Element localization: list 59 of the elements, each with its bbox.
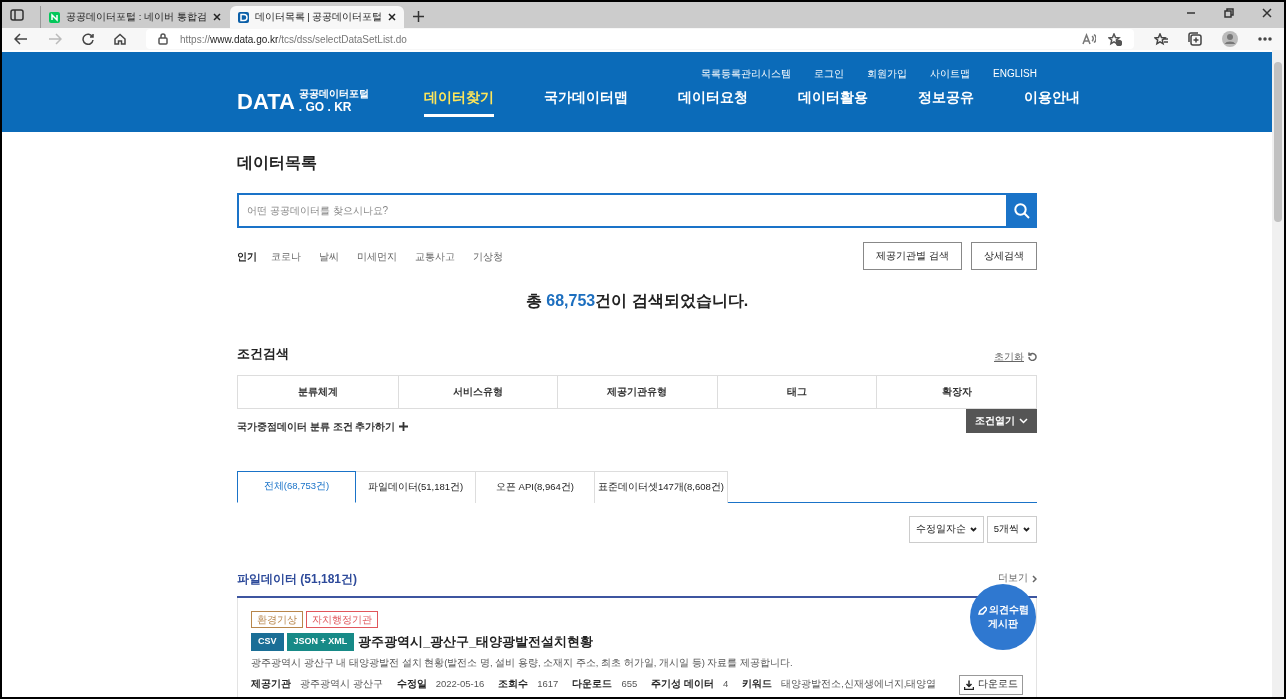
nav-tab[interactable]: 이용안내 bbox=[1023, 87, 1080, 117]
result-summary: 총 68,753건이 검색되었습니다. bbox=[524, 291, 750, 311]
popular-label: 인기 bbox=[237, 249, 257, 264]
open-conditions-button[interactable]: 조건열기 bbox=[966, 408, 1037, 433]
sort-select[interactable]: 수정일자순 bbox=[908, 515, 984, 543]
add-condition-link[interactable]: 국가중점데이터 분류 조건 추가하기 bbox=[237, 418, 409, 434]
section-title: 조건검색 bbox=[237, 345, 289, 363]
result-tab[interactable]: 파일데이터(51,181건) bbox=[356, 470, 476, 503]
meta-value: 광주광역시 광산구 bbox=[300, 677, 383, 692]
dataset-title-link[interactable]: 광주광역시_광산구_태양광발전설치현황 bbox=[358, 632, 594, 652]
meta-value: 2022-05-16 bbox=[435, 677, 485, 692]
sort-select[interactable]: 5개씩 bbox=[986, 515, 1037, 543]
keyword-link[interactable]: 미세먼지 bbox=[357, 248, 397, 264]
meta-label: 주기성 데이터 bbox=[651, 677, 714, 692]
section-title: 파일데이터 (51,181건) bbox=[237, 570, 358, 588]
meta-label: 다운로드 bbox=[572, 677, 613, 692]
keyword-link[interactable]: 날씨 bbox=[319, 248, 339, 264]
header-link[interactable]: 로그인 bbox=[814, 66, 845, 81]
meta-label: 키워드 bbox=[742, 677, 773, 692]
header-link[interactable]: 목록등록관리시스템 bbox=[701, 66, 792, 81]
reset-link[interactable]: 초기화 bbox=[994, 348, 1037, 364]
download-button[interactable]: 다운로드 bbox=[959, 674, 1023, 695]
meta-value: 태양광발전소,신재생에너지,태양열 bbox=[781, 677, 937, 692]
category-tag: 환경기상 bbox=[251, 610, 303, 628]
address-field[interactable]: https://www.data.go.kr/tcs/dss/selectDataSetList.do bbox=[146, 29, 1134, 49]
result-tab[interactable]: 표준데이터셋147개(8,608건) bbox=[595, 470, 728, 503]
format-badge: CSV bbox=[251, 633, 284, 651]
tab-title: 공공데이터포털 : 네이버 통합검 bbox=[66, 9, 207, 24]
header-link[interactable]: ENGLISH bbox=[993, 66, 1037, 81]
search-option-button[interactable]: 제공기관별 검색 bbox=[863, 242, 962, 270]
feedback-button[interactable]: 의견수렴 게시판 bbox=[970, 584, 1036, 650]
nav-tab[interactable]: 데이터요청 bbox=[677, 87, 748, 117]
result-tab[interactable]: 전체(68,753건) bbox=[237, 470, 356, 503]
nav-tab[interactable]: 국가데이터맵 bbox=[543, 87, 628, 117]
page-title: 데이터목록 bbox=[237, 153, 318, 173]
keyword-link[interactable]: 교통사고 bbox=[415, 248, 455, 264]
keyword-link[interactable]: 코로나 bbox=[271, 248, 301, 264]
keyword-link[interactable]: 기상청 bbox=[473, 248, 503, 264]
category-tag: 자치행정기관 bbox=[306, 610, 378, 628]
meta-value: 1617 bbox=[537, 677, 559, 692]
nav-tab[interactable]: 데이터찾기 bbox=[423, 87, 494, 117]
more-link[interactable]: 더보기 bbox=[998, 571, 1037, 586]
browser-tab[interactable]: 데이터목록 | 공공데이터포털 bbox=[229, 6, 405, 28]
search-field[interactable]: 어떤 공공데이터를 찾으시나요? bbox=[237, 193, 1006, 228]
meta-value: 655 bbox=[621, 677, 638, 692]
nav-tab[interactable]: 정보공유 bbox=[917, 87, 974, 117]
meta-label: 수정일 bbox=[396, 677, 427, 692]
result-tab[interactable]: 오픈 API(8,964건) bbox=[476, 470, 595, 503]
meta-label: 제공기관 bbox=[251, 677, 291, 692]
dataset-description: 광주광역시 광산구 내 태양광발전 설치 현황(발전소 명, 설비 용량, 소재지 주소, 최초 허가일, 개시일 등) 자료를 제공합니다. bbox=[251, 656, 794, 671]
url-text: https://www.data.go.kr/tcs/dss/selectDataSetList.do bbox=[180, 32, 407, 47]
header-link[interactable]: 회원가입 bbox=[867, 66, 908, 81]
format-badge: JSON + XML bbox=[286, 633, 355, 651]
tab-title: 데이터목록 | 공공데이터포털 bbox=[254, 9, 383, 24]
header-link[interactable]: 사이트맵 bbox=[930, 66, 971, 81]
meta-label: 조회수 bbox=[498, 677, 529, 692]
search-option-button[interactable]: 상세검색 bbox=[971, 242, 1037, 270]
nav-tab[interactable]: 데이터활용 bbox=[797, 87, 868, 117]
meta-value: 4 bbox=[722, 677, 729, 692]
